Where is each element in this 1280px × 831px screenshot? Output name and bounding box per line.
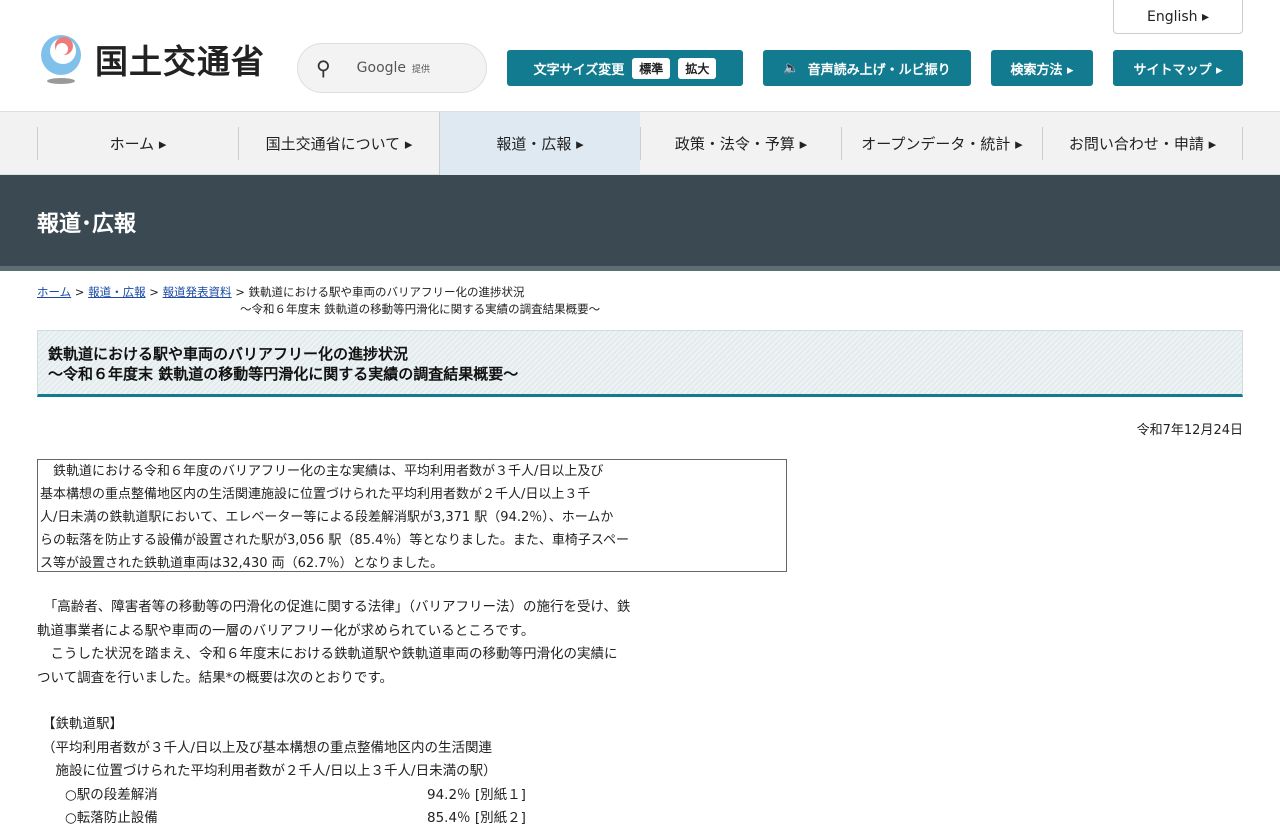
font-standard-button[interactable]: 標準 [632, 57, 671, 79]
english-link[interactable]: English ▸ [1113, 0, 1243, 34]
section-note: 施設に位置づけられた平均利用者数が２千人/日以上３千人/日未満の駅） [42, 763, 497, 779]
stat-value: 94.2％ [別紙１] [427, 786, 526, 803]
site-search[interactable]: ⚲ Google 提供 [297, 43, 487, 93]
title-line-2: ～令和６年度末 鉄軌道の移動等円滑化に関する実績の調査結果概要～ [48, 365, 519, 383]
stat-value: 85.4％ [別紙２] [427, 810, 526, 826]
summary-line: 鉄軌道における令和６年度のバリアフリー化の主な実績は、平均利用者数が３千人/日以… [40, 464, 604, 479]
mlit-logo[interactable]: 国土交通省 [37, 33, 265, 85]
summary-line: ス等が設置された鉄軌道車両は32,430 両（62.7％）となりました。 [40, 556, 444, 571]
nav-home[interactable]: ホーム ▸ [37, 127, 238, 160]
speaker-icon: 🔈 [783, 60, 800, 76]
font-size-label: 文字サイズ変更 [533, 62, 625, 78]
stat-row: ○駅の段差解消 94.2％ [別紙１] [37, 784, 1280, 808]
font-large-button[interactable]: 拡大 [678, 57, 717, 79]
crumb-press[interactable]: 報道・広報 [88, 285, 146, 299]
summary-line: 人/日未満の鉄軌道駅において、エレベーター等による段差解消駅が3,371 駅（9… [40, 510, 614, 525]
title-line-1: 鉄軌道における駅や車両のバリアフリー化の進捗状況 [48, 345, 409, 363]
stat-label: ○転落防止設備 [65, 810, 158, 826]
stat-row: ○転落防止設備 85.4％ [別紙２] [37, 807, 1280, 831]
nav-contact[interactable]: お問い合わせ・申請 ▸ [1042, 127, 1243, 160]
crumb-current: 鉄軌道における駅や車両のバリアフリー化の進捗状況 [248, 285, 525, 299]
nav-opendata[interactable]: オープンデータ・統計 ▸ [841, 127, 1042, 160]
summary-line: らの転落を防止する設備が設置された駅が3,056 駅（85.4％）等となりました… [40, 533, 629, 548]
sitemap-button[interactable]: サイトマップ ▸ [1113, 50, 1243, 86]
font-size-control: 文字サイズ変更 標準 拡大 [507, 50, 743, 86]
nav-policy[interactable]: 政策・法令・予算 ▸ [640, 127, 841, 160]
search-method-button[interactable]: 検索方法 ▸ [991, 50, 1093, 86]
section-banner: 報道･広報 [0, 175, 1280, 271]
body-line: 軌道事業者による駅や車両の一層のバリアフリー化が求められているところです。 [37, 622, 535, 639]
summary-line: 基本構想の重点整備地区内の生活関連施設に位置づけられた平均利用者数が２千人/日以… [40, 487, 591, 502]
search-icon[interactable]: ⚲ [316, 56, 331, 80]
stat-label: ○駅の段差解消 [65, 786, 158, 803]
search-provided: 提供 [412, 65, 431, 75]
body-text: 「高齢者、障害者等の移動等の円滑化の促進に関する法律」（バリアフリー法）の施行を… [37, 596, 1280, 831]
nav-press[interactable]: 報道・広報 ▸ [439, 112, 640, 175]
nav-about[interactable]: 国土交通省について ▸ [238, 127, 439, 160]
search-label: Google [356, 60, 407, 76]
speech-button[interactable]: 🔈 音声読み上げ・ルビ振り [763, 50, 971, 86]
logo-mark-icon [37, 33, 85, 85]
global-nav: ホーム ▸ 国土交通省について ▸ 報道・広報 ▸ 政策・法令・予算 ▸ オープ… [0, 112, 1280, 175]
page-title: 鉄軌道における駅や車両のバリアフリー化の進捗状況 ～令和６年度末 鉄軌道の移動等… [37, 330, 1243, 397]
summary-box: 鉄軌道における令和６年度のバリアフリー化の主な実績は、平均利用者数が３千人/日以… [37, 459, 787, 572]
speech-label: 音声読み上げ・ルビ振り [807, 62, 951, 78]
breadcrumb: ホーム > 報道・広報 > 報道発表資料 > 鉄軌道における駅や車両のバリアフリ… [37, 284, 1243, 318]
crumb-home[interactable]: ホーム [37, 285, 71, 299]
crumb-releases[interactable]: 報道発表資料 [163, 285, 232, 299]
body-line: こうした状況を踏まえ、令和６年度末における鉄軌道駅や鉄軌道車両の移動等円滑化の実… [37, 646, 618, 662]
section-note: （平均利用者数が３千人/日以上及び基本構想の重点整備地区内の生活関連 [42, 739, 493, 756]
body-line: 「高齢者、障害者等の移動等の円滑化の促進に関する法律」（バリアフリー法）の施行を… [37, 599, 631, 615]
logo-text: 国土交通省 [95, 42, 265, 81]
section-heading: 【鉄軌道駅】 [42, 716, 123, 732]
publish-date: 令和7年12月24日 [1136, 423, 1243, 438]
body-line: ついて調査を行いました。結果*の概要は次のとおりです。 [37, 669, 393, 686]
crumb-current-sub: ～令和６年度末 鉄軌道の移動等円滑化に関する実績の調査結果概要～ [240, 302, 601, 316]
site-header: 国土交通省 ⚲ Google 提供 English ▸ 文字サイズ変更 標準 拡大… [0, 0, 1280, 112]
